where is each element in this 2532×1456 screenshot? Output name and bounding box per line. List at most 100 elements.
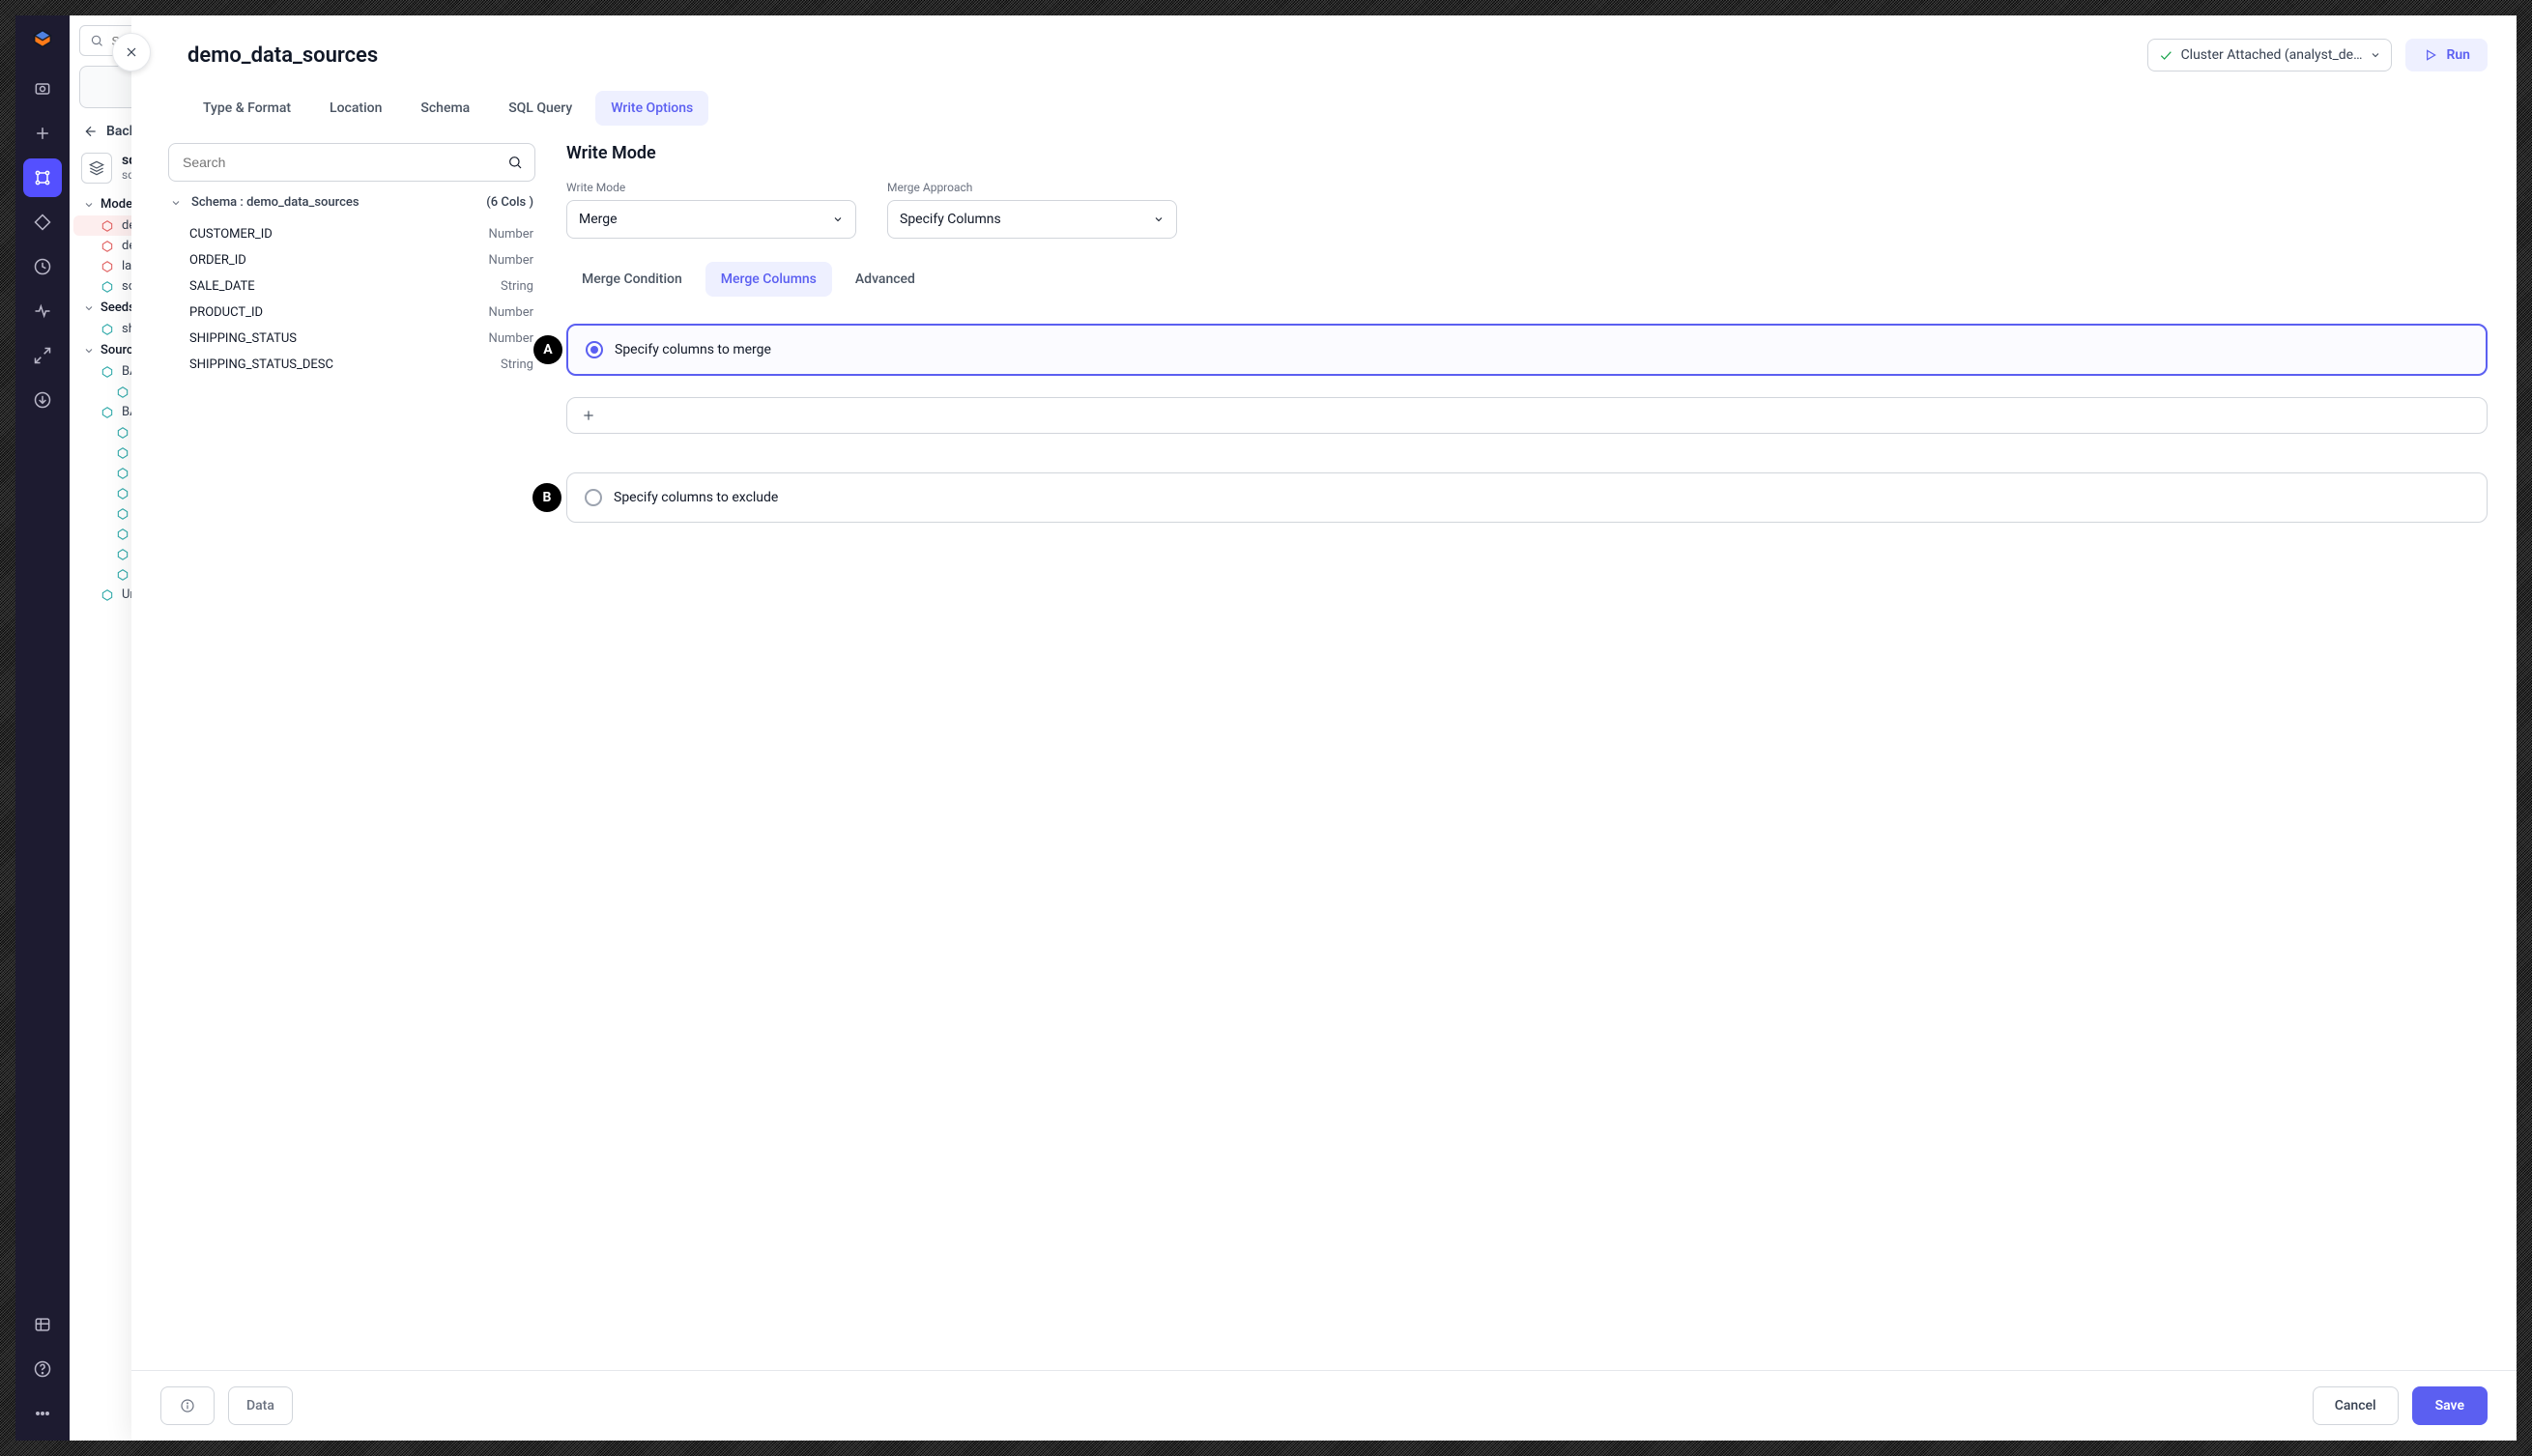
app-frame: Proje Back to sql_co sql_te Modelsdenden… — [15, 15, 2517, 1441]
rail-add-icon[interactable] — [23, 114, 62, 153]
save-button[interactable]: Save — [2412, 1386, 2488, 1425]
schema-column[interactable]: CUSTOMER_ID Number — [170, 223, 533, 245]
column-type: String — [501, 279, 533, 294]
close-icon — [124, 44, 139, 60]
info-button[interactable] — [160, 1386, 215, 1425]
cancel-button[interactable]: Cancel — [2313, 1386, 2399, 1425]
plus-icon — [581, 408, 596, 423]
column-type: Number — [489, 305, 533, 320]
schema-column[interactable]: SALE_DATE String — [170, 275, 533, 298]
radio-icon — [586, 341, 603, 358]
add-column-button[interactable] — [566, 397, 2488, 434]
option-specify-exclude[interactable]: B Specify columns to exclude — [566, 472, 2488, 523]
rail-help-icon[interactable] — [23, 1350, 62, 1388]
icon-rail — [15, 15, 70, 1441]
write-mode-select[interactable]: Merge — [566, 200, 856, 239]
tab-write-options[interactable]: Write Options — [595, 91, 708, 126]
hexagon-icon — [116, 426, 129, 440]
rail-table-icon[interactable] — [23, 1305, 62, 1344]
hexagon-icon — [101, 219, 114, 233]
column-name: SALE_DATE — [189, 279, 255, 294]
cube-icon — [81, 153, 112, 184]
tree-group-label: Seeds — [101, 300, 135, 315]
schema-column[interactable]: PRODUCT_ID Number — [170, 301, 533, 324]
schema-header: Schema : demo_data_sources — [191, 195, 360, 210]
schema-column[interactable]: ORDER_ID Number — [170, 249, 533, 271]
column-type: Number — [489, 227, 533, 242]
arrow-left-icon — [83, 124, 99, 139]
modal-footer: Data Cancel Save — [131, 1370, 2517, 1441]
rail-more-icon[interactable] — [23, 1394, 62, 1433]
caret-down-icon — [83, 302, 95, 314]
subtab-merge-columns[interactable]: Merge Columns — [705, 262, 832, 297]
rail-expand-icon[interactable] — [23, 336, 62, 375]
modal: demo_data_sources Cluster Attached (anal… — [131, 15, 2517, 1441]
hexagon-icon — [101, 365, 114, 379]
schema-cols-count: (6 Cols ) — [486, 195, 533, 210]
badge-b: B — [532, 483, 561, 512]
write-mode-field: Write Mode Merge — [566, 181, 856, 239]
run-label: Run — [2446, 47, 2470, 63]
column-name: CUSTOMER_ID — [189, 227, 273, 242]
hexagon-icon — [116, 487, 129, 500]
subtab-advanced[interactable]: Advanced — [840, 262, 931, 297]
play-icon — [2423, 47, 2438, 63]
column-type: Number — [489, 331, 533, 346]
schema-columns: CUSTOMER_ID Number ORDER_ID Number SALE_DATE… — [168, 223, 535, 376]
rail-diamond-icon[interactable] — [23, 203, 62, 242]
write-pane: Write Mode Write Mode Merge Merge Approa… — [566, 135, 2488, 1370]
rail-activity-icon[interactable] — [23, 292, 62, 330]
tab-sql-query[interactable]: SQL Query — [493, 91, 588, 126]
write-mode-label: Write Mode — [566, 181, 856, 194]
hexagon-icon — [101, 280, 114, 294]
option-a-label: Specify columns to merge — [615, 342, 771, 357]
schema-column[interactable]: SHIPPING_STATUS Number — [170, 328, 533, 350]
option-specify-merge[interactable]: A Specify columns to merge — [566, 324, 2488, 376]
schema-pane: Schema : demo_data_sources (6 Cols ) CUS… — [168, 135, 535, 1370]
hexagon-icon — [101, 588, 114, 602]
hexagon-icon — [101, 240, 114, 253]
rail-download-icon[interactable] — [23, 381, 62, 419]
check-icon — [2158, 47, 2173, 63]
search-icon — [507, 155, 523, 170]
hexagon-icon — [116, 385, 129, 399]
hexagon-icon — [116, 507, 129, 521]
close-button[interactable] — [112, 33, 151, 71]
merge-approach-select[interactable]: Specify Columns — [887, 200, 1177, 239]
schema-search[interactable] — [168, 143, 535, 182]
column-type: Number — [489, 253, 533, 268]
merge-approach-value: Specify Columns — [900, 212, 1001, 227]
column-name: SHIPPING_STATUS — [189, 331, 297, 346]
write-subtabs: Merge ConditionMerge ColumnsAdvanced — [566, 262, 2488, 297]
data-button[interactable]: Data — [228, 1386, 293, 1425]
rail-screenshot-icon[interactable] — [23, 70, 62, 108]
column-name: PRODUCT_ID — [189, 305, 263, 320]
search-icon — [90, 33, 103, 48]
rail-pipeline-icon[interactable] — [23, 158, 62, 197]
column-type: String — [501, 357, 533, 372]
badge-a: A — [533, 335, 562, 364]
schema-search-input[interactable] — [181, 154, 507, 171]
tab-type-format[interactable]: Type & Format — [187, 91, 306, 126]
chevron-down-icon — [1153, 214, 1165, 225]
column-name: ORDER_ID — [189, 253, 246, 268]
run-button[interactable]: Run — [2405, 39, 2488, 71]
write-mode-value: Merge — [579, 212, 618, 227]
schema-column[interactable]: SHIPPING_STATUS_DESC String — [170, 354, 533, 376]
caret-down-icon[interactable] — [170, 197, 182, 209]
hexagon-icon — [101, 406, 114, 419]
subtab-merge-condition[interactable]: Merge Condition — [566, 262, 698, 297]
caret-down-icon — [83, 345, 95, 357]
tab-location[interactable]: Location — [314, 91, 397, 126]
hexagon-icon — [116, 548, 129, 561]
cluster-dropdown[interactable]: Cluster Attached (analyst_de… — [2147, 39, 2393, 71]
column-name: SHIPPING_STATUS_DESC — [189, 357, 333, 372]
hexagon-icon — [101, 260, 114, 273]
hexagon-icon — [101, 323, 114, 336]
radio-icon — [585, 489, 602, 506]
modal-tabs: Type & FormatLocationSchemaSQL QueryWrit… — [131, 77, 2517, 135]
tab-schema[interactable]: Schema — [405, 91, 485, 126]
rail-history-icon[interactable] — [23, 247, 62, 286]
hexagon-icon — [116, 446, 129, 460]
app-logo — [27, 23, 58, 54]
